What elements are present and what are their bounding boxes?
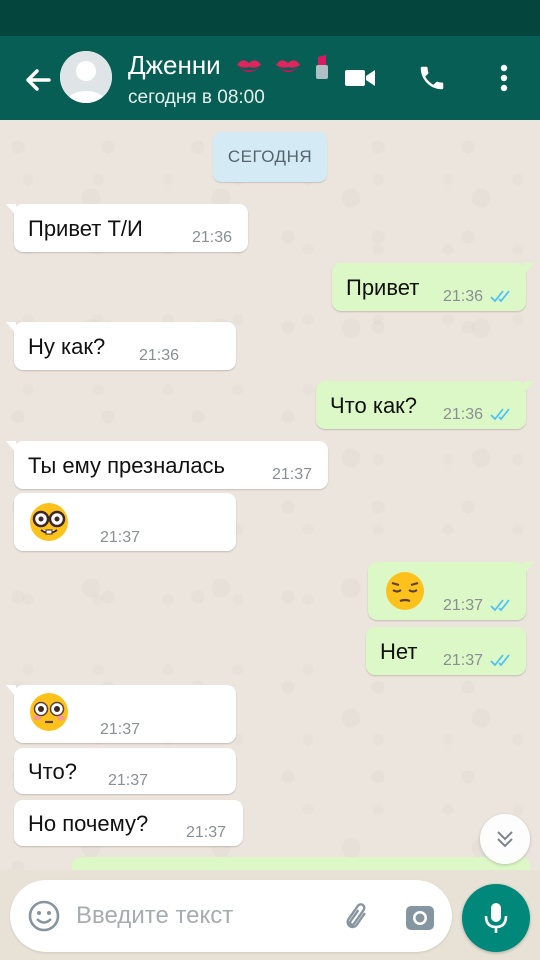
incoming-message[interactable]: Ну как? 21:36	[6, 322, 236, 370]
outgoing-message[interactable]: Привет 21:36	[332, 263, 534, 311]
contact-name-row[interactable]: Дженни	[128, 50, 332, 81]
outgoing-message-partial	[72, 857, 530, 870]
message-text: Привет	[346, 275, 420, 300]
kiss-mark-icon	[276, 60, 301, 73]
incoming-message[interactable]: Но почему? 21:37	[14, 800, 243, 846]
message-time: 21:36	[192, 229, 233, 246]
outgoing-message[interactable]: 21:37	[368, 562, 534, 620]
message-composer	[0, 870, 540, 960]
message-input[interactable]	[76, 898, 326, 934]
lipstick-icon	[316, 55, 329, 80]
outgoing-message[interactable]: Что как? 21:36	[316, 381, 534, 429]
message-time: 21:37	[108, 772, 149, 789]
message-time: 21:37	[272, 466, 313, 483]
message-time: 21:36	[443, 288, 484, 305]
message-time: 21:37	[186, 824, 227, 841]
message-text: Что?	[28, 759, 77, 784]
status-bar	[0, 0, 540, 36]
message-text: Нет	[380, 639, 418, 664]
composer-field	[10, 880, 452, 952]
more-options-icon[interactable]	[484, 58, 524, 98]
message-text: Ну как?	[28, 334, 106, 359]
message-text: Ты ему презналась	[28, 453, 226, 478]
double-chevron-down-icon	[497, 831, 513, 848]
scroll-to-bottom-button[interactable]	[480, 814, 530, 864]
flushed-face-emoji	[30, 693, 68, 731]
message-time: 21:37	[443, 652, 484, 669]
read-receipt-icon	[490, 599, 510, 612]
incoming-message[interactable]: Ты ему презналась 21:37	[6, 441, 328, 489]
back-arrow-icon[interactable]	[18, 60, 58, 100]
kiss-mark-icon	[236, 60, 261, 73]
paperclip-icon[interactable]	[338, 898, 378, 938]
date-chip: СЕГОДНЯ	[213, 132, 327, 182]
video-call-icon[interactable]	[340, 58, 380, 98]
last-seen-status: сегодня в 08:00	[128, 87, 265, 108]
contact-name: Дженни	[128, 50, 221, 80]
voice-message-button[interactable]	[462, 884, 530, 952]
message-text: Привет Т/И	[28, 216, 143, 241]
message-time: 21:37	[100, 721, 141, 738]
camera-icon[interactable]	[400, 898, 440, 938]
pensive-face-emoji	[386, 572, 424, 610]
read-receipt-icon	[490, 408, 510, 421]
avatar[interactable]	[60, 51, 112, 103]
chat-area[interactable]: СЕГОДНЯ Привет Т/И 21:36 Привет 21:36 Ну…	[0, 120, 540, 870]
read-receipt-icon	[490, 290, 510, 303]
microphone-icon	[484, 903, 508, 933]
incoming-message[interactable]: Что? 21:37	[14, 748, 236, 794]
message-time: 21:36	[443, 406, 484, 423]
voice-call-icon[interactable]	[412, 58, 452, 98]
incoming-message[interactable]: 21:37	[14, 493, 236, 551]
message-time: 21:37	[100, 529, 141, 546]
read-receipt-icon	[490, 654, 510, 667]
outgoing-message[interactable]: Нет 21:37	[366, 627, 526, 675]
emoji-icon[interactable]	[24, 896, 64, 936]
incoming-message[interactable]: Привет Т/И 21:36	[6, 204, 248, 252]
incoming-message[interactable]: 21:37	[6, 685, 236, 743]
message-time: 21:37	[443, 597, 484, 614]
message-text: Но почему?	[28, 811, 149, 836]
nerd-face-emoji	[30, 503, 68, 541]
chat-header: Дженни сегодня в 08:00	[0, 36, 540, 120]
message-text: Что как?	[330, 393, 418, 418]
message-time: 21:36	[139, 347, 180, 364]
